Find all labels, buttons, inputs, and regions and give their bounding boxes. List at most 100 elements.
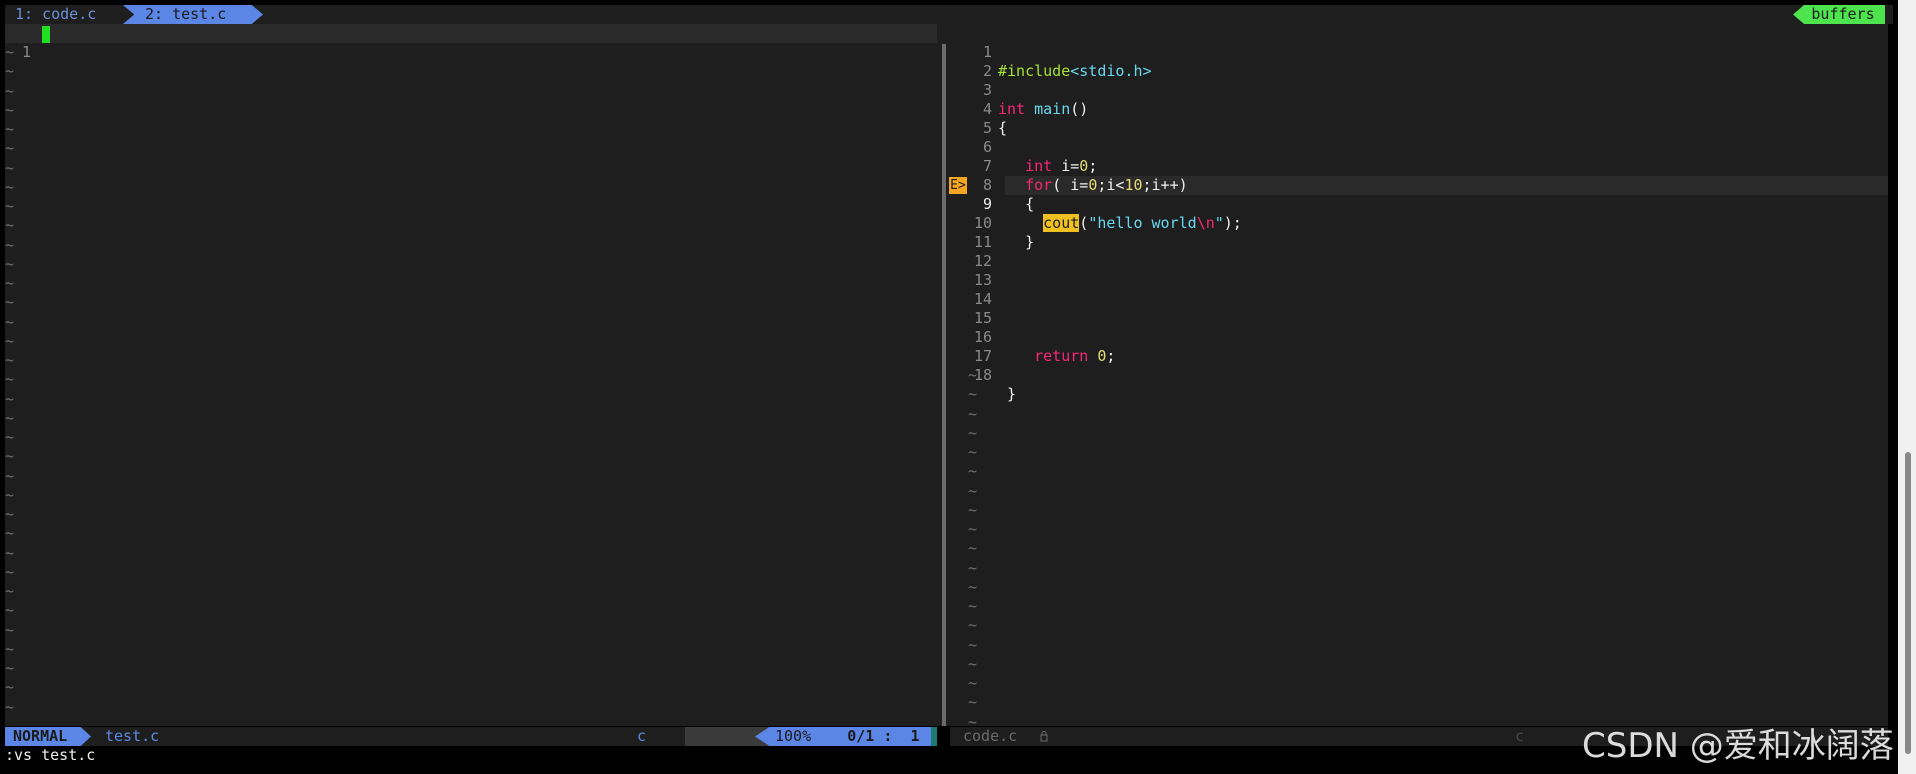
empty-line-tilde: ~ [5, 390, 15, 408]
empty-line-tilde: ~ [968, 693, 978, 711]
empty-line-tilde: ~ [5, 62, 15, 80]
empty-line-tilde: ~ [5, 178, 15, 196]
code-line-6: 6 int i=0; [950, 119, 1097, 175]
status-filename: code.c [963, 727, 1018, 745]
code-line-8: 8 { [950, 157, 1034, 213]
code-line-18: 18 } [950, 347, 1016, 403]
empty-line-tilde: ~ [5, 505, 15, 523]
separator-bar [942, 44, 946, 726]
empty-line-tilde: ~ [968, 597, 978, 615]
watermark: CSDN @爱和冰阔落 [1582, 726, 1894, 766]
error-sign-icon[interactable]: E> [949, 177, 967, 194]
empty-line-tilde: ~ [5, 197, 15, 215]
buffers-label[interactable]: buffers [1793, 5, 1885, 24]
code-line-15: 15 [950, 290, 1004, 327]
empty-line-tilde: ~ [5, 313, 15, 331]
code-line-1: 1 #include<stdio.h> [950, 24, 1152, 80]
empty-line-tilde: ~ [5, 428, 15, 446]
status-end-marker [931, 727, 937, 746]
left-editor-pane[interactable]: 1 ~ ~ ~ ~ ~ ~ ~ ~ ~ ~ ~ ~ ~ ~ ~ ~ ~ ~ ~ ~ ~ ~ ~ ~ ~ ~ ~ ~ ~ ~ ~ ~ ~ ~ ~ [5, 24, 937, 726]
tab-test-c[interactable]: 2: test.c [123, 5, 263, 24]
empty-line-tilde: ~ [5, 659, 15, 677]
status-percent: 100% [775, 727, 812, 745]
code-line-16: 16 return 0; [950, 309, 1115, 365]
scrollbar-thumb[interactable] [1905, 452, 1911, 754]
empty-line-tilde: ~ [5, 621, 15, 639]
empty-line-tilde: ~ [5, 409, 15, 427]
code-line-11: 11 [950, 214, 1004, 251]
empty-line-tilde: ~ [968, 482, 978, 500]
empty-line-tilde: ~ [968, 520, 978, 538]
right-editor-pane[interactable]: 1 #include<stdio.h> 2 3 int main() 4 { 5… [950, 24, 1888, 726]
tabline: 1: code.c 2: test.c buffers [5, 5, 1893, 24]
empty-line-tilde: ~ [5, 82, 15, 100]
status-filename: test.c [105, 727, 160, 745]
empty-line-tilde: ~ [5, 293, 15, 311]
empty-line-tilde: ~ [968, 424, 978, 442]
empty-line-tilde: ~ [5, 120, 15, 138]
empty-line-tilde: ~ [5, 698, 15, 716]
status-filetype: c [1515, 727, 1525, 745]
empty-line-tilde: ~ [968, 616, 978, 634]
code-text: return 0; [1034, 347, 1116, 365]
empty-line-tilde: ~ [5, 332, 15, 350]
empty-line-tilde: ~ [968, 366, 978, 384]
code-line-10: 10 } [950, 195, 1034, 251]
empty-line-tilde: ~ [5, 370, 15, 388]
empty-line-tilde: ~ [5, 563, 15, 581]
code-text: } [998, 385, 1017, 403]
empty-line-tilde: ~ [968, 655, 978, 673]
empty-line-tilde: ~ [5, 467, 15, 485]
empty-line-tilde: ~ [968, 539, 978, 557]
code-line-14: 14 [950, 271, 1004, 308]
empty-line-tilde: ~ [968, 559, 978, 577]
empty-line-tilde: ~ [5, 486, 15, 504]
empty-line-tilde: ~ [968, 405, 978, 423]
code-text: int main() [998, 100, 1089, 118]
empty-line-tilde: ~ [968, 578, 978, 596]
code-text: for( i=0;i<10;i++) [1025, 176, 1188, 194]
empty-line-tilde: ~ [968, 385, 978, 403]
code-text: int i=0; [1025, 157, 1098, 175]
code-line-13: 13 [950, 252, 1004, 289]
mode-indicator: NORMAL [5, 727, 91, 746]
terminal-window: 1: code.c 2: test.c buffers 1 ~ ~ ~ ~ ~ ~ ~ ~ ~ ~… [0, 0, 1898, 774]
code-line-5: 5 [950, 100, 1004, 137]
empty-line-tilde: ~ [5, 524, 15, 542]
empty-line-tilde: ~ [968, 501, 978, 519]
code-text: #include<stdio.h> [998, 62, 1152, 80]
empty-line-tilde: ~ [5, 582, 15, 600]
empty-line-tilde: ~ [5, 43, 15, 61]
left-line-1: 1 [5, 24, 59, 61]
status-line-col: 0/1 : 1 [847, 727, 920, 745]
empty-line-tilde: ~ [5, 351, 15, 369]
lock-icon [1040, 731, 1048, 742]
empty-line-tilde: ~ [5, 216, 15, 234]
tab-code-c[interactable]: 1: code.c [15, 5, 96, 24]
code-line-7: 7 for( i=0;i<10;i++) [950, 138, 1188, 194]
code-text: cout("hello world\n"); [1043, 214, 1242, 232]
empty-line-tilde: ~ [5, 236, 15, 254]
cursor-line [5, 24, 937, 43]
empty-line-tilde: ~ [5, 640, 15, 658]
empty-line-tilde: ~ [5, 544, 15, 562]
empty-line-tilde: ~ [5, 159, 15, 177]
empty-line-tilde: ~ [968, 443, 978, 461]
code-line-2: 2 [950, 43, 1004, 80]
empty-line-tilde: ~ [968, 636, 978, 654]
empty-line-tilde: ~ [968, 713, 978, 726]
page-scrollbar[interactable] [1898, 0, 1916, 774]
empty-line-tilde: ~ [5, 255, 15, 273]
empty-line-tilde: ~ [5, 601, 15, 619]
empty-line-tilde: ~ [5, 139, 15, 157]
empty-line-tilde: ~ [968, 674, 978, 692]
empty-line-tilde: ~ [5, 678, 15, 696]
code-line-3: 3 int main() [950, 62, 1088, 118]
command-line[interactable]: :vs test.c [5, 746, 95, 765]
code-line-4: 4 { [950, 81, 1007, 137]
text-cursor [42, 26, 50, 43]
vertical-split-separator[interactable] [937, 24, 950, 726]
empty-line-tilde: ~ [5, 101, 15, 119]
code-line-17: 17 [950, 328, 1004, 365]
empty-line-tilde: ~ [5, 274, 15, 292]
